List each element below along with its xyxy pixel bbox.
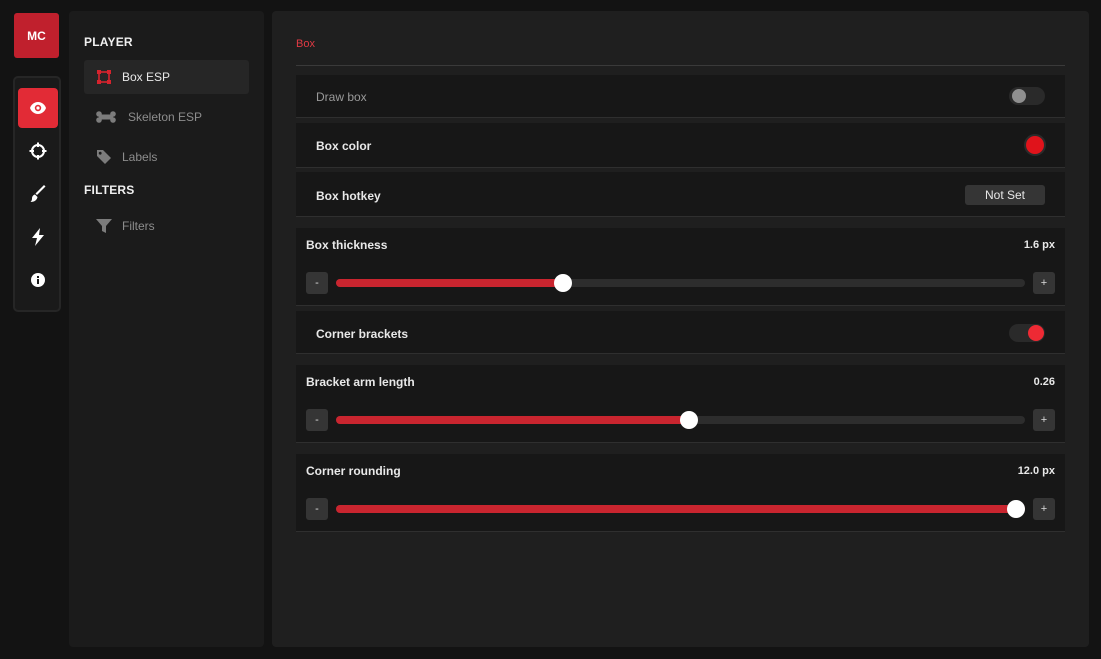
setting-label: Box thickness [306, 238, 388, 252]
tag-icon [94, 149, 114, 165]
bone-icon [94, 109, 118, 125]
app-window: MC PLAYER Box ESP Skeleton ESP Labels FI… [0, 0, 1101, 659]
brand-initials: MC [27, 28, 46, 43]
slider-thumb[interactable] [554, 274, 572, 292]
setting-label: Corner brackets [316, 327, 409, 341]
brand-logo: MC [14, 13, 59, 58]
nav-item-label: Box ESP [122, 70, 171, 84]
setting-corner-brackets: Corner brackets [296, 311, 1065, 354]
rail-visuals-button[interactable] [18, 88, 58, 128]
corner-brackets-toggle[interactable] [1009, 324, 1045, 342]
decrement-button[interactable]: - [306, 272, 328, 294]
setting-value: 0.26 [1033, 376, 1055, 388]
setting-label: Bracket arm length [306, 375, 415, 389]
setting-box-thickness: Box thickness 1.6 px - + [296, 228, 1065, 306]
slider-fill [336, 279, 563, 287]
box-icon [94, 69, 114, 85]
slider-thumb[interactable] [1007, 500, 1025, 518]
setting-label: Box hotkey [316, 189, 381, 203]
setting-label: Box color [316, 139, 372, 153]
category-rail [13, 76, 61, 312]
lightning-icon [32, 228, 44, 246]
nav-item-label: Labels [122, 150, 158, 164]
toggle-knob [1028, 325, 1044, 341]
info-icon [31, 273, 45, 287]
box-color-swatch[interactable] [1024, 134, 1046, 156]
section-title: Box [296, 38, 315, 50]
slider-thumb[interactable] [680, 411, 698, 429]
nav-item-label: Filters [122, 219, 155, 233]
rail-aim-button[interactable] [18, 131, 58, 171]
decrement-button[interactable]: - [306, 498, 328, 520]
setting-box-color: Box color [296, 123, 1065, 168]
setting-box-hotkey: Box hotkey Not Set [296, 172, 1065, 217]
draw-box-toggle[interactable] [1009, 87, 1045, 105]
box-thickness-slider[interactable] [336, 274, 1025, 292]
increment-button[interactable]: + [1033, 498, 1055, 520]
eye-icon [30, 102, 46, 114]
slider-fill [336, 416, 689, 424]
rail-info-button[interactable] [18, 260, 58, 300]
nav-item-filters[interactable]: Filters [84, 209, 249, 243]
bracket-arm-length-slider[interactable] [336, 411, 1025, 429]
crosshair-icon [29, 142, 47, 160]
nav-item-label: Skeleton ESP [128, 110, 203, 124]
setting-draw-box: Draw box [296, 75, 1065, 118]
setting-corner-rounding: Corner rounding 12.0 px - + [296, 454, 1065, 532]
decrement-button[interactable]: - [306, 409, 328, 431]
funnel-icon [94, 218, 114, 234]
box-hotkey-button[interactable]: Not Set [965, 185, 1045, 205]
setting-label: Draw box [316, 90, 367, 104]
nav-item-box-esp[interactable]: Box ESP [84, 60, 249, 94]
brush-icon [30, 185, 46, 202]
setting-value: 1.6 px [1023, 239, 1055, 251]
increment-button[interactable]: + [1033, 409, 1055, 431]
nav-item-labels[interactable]: Labels [84, 140, 249, 174]
setting-bracket-arm-length: Bracket arm length 0.26 - + [296, 365, 1065, 443]
setting-value: 12.0 px [1017, 465, 1055, 477]
settings-panel: Box Draw box Box color Box hotkey Not Se… [272, 11, 1089, 647]
nav-item-skeleton-esp[interactable]: Skeleton ESP [84, 100, 249, 134]
section-heading-player: PLAYER [84, 35, 133, 49]
rail-misc-button[interactable] [18, 217, 58, 257]
sub-navigation: PLAYER Box ESP Skeleton ESP Labels FILTE… [69, 11, 264, 647]
corner-rounding-slider[interactable] [336, 500, 1025, 518]
rail-style-button[interactable] [18, 174, 58, 214]
slider-fill [336, 505, 1025, 513]
section-heading-filters: FILTERS [84, 183, 135, 197]
increment-button[interactable]: + [1033, 272, 1055, 294]
section-divider [296, 65, 1065, 66]
setting-label: Corner rounding [306, 464, 401, 478]
toggle-knob [1012, 89, 1026, 103]
